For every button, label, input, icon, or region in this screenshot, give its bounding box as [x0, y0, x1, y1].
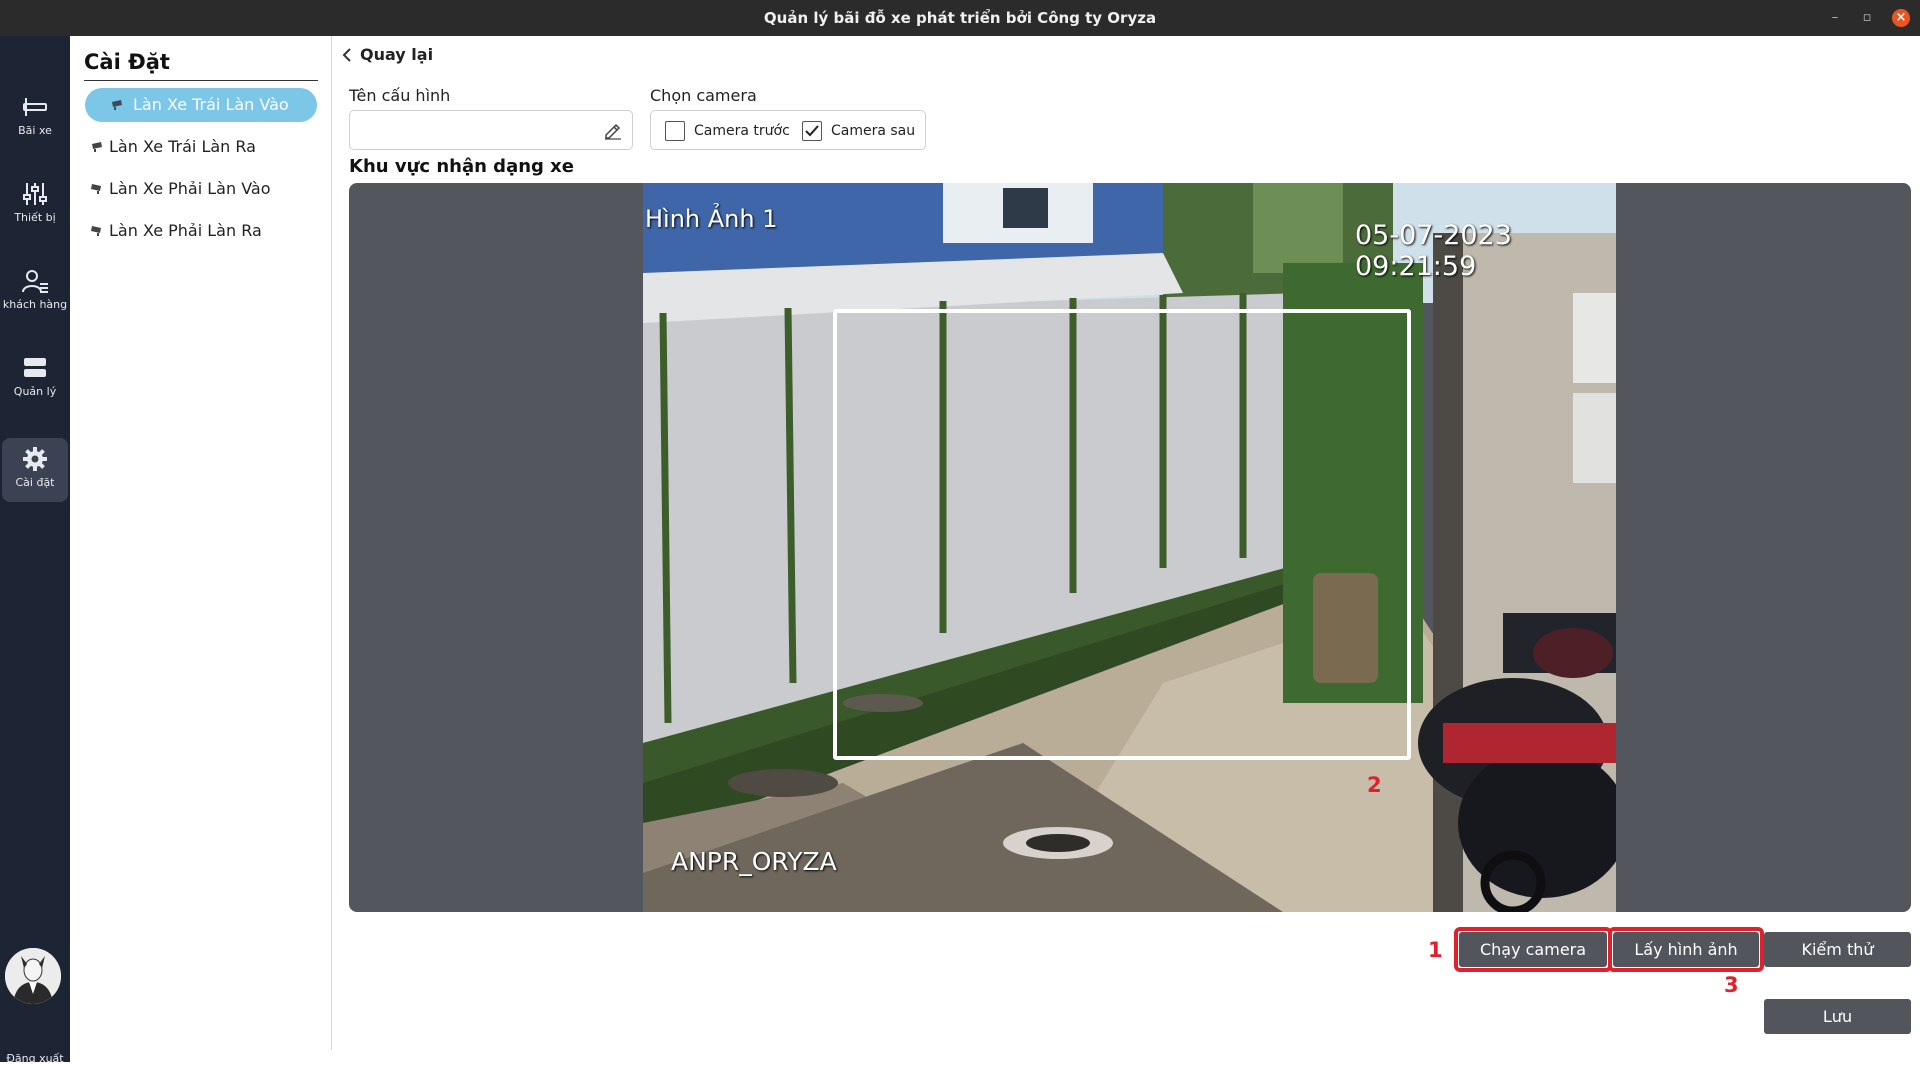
nav-label: Cài đặt — [15, 476, 55, 489]
nav-item-parking[interactable]: Bãi xe — [2, 86, 68, 150]
rear-camera-checkbox[interactable] — [802, 121, 822, 141]
main-navigation: Bãi xe Thiết bị khách hàng Quản lý Cài đ… — [0, 36, 70, 1065]
cctv-camera-icon — [91, 130, 105, 166]
lane-item-left-out[interactable]: Làn Xe Trái Làn Ra — [85, 130, 317, 164]
sliders-icon — [23, 183, 47, 205]
checkmark-icon — [805, 125, 819, 137]
back-label: Quay lại — [360, 45, 434, 64]
user-list-icon — [22, 270, 48, 293]
lane-label: Làn Xe Trái Làn Vào — [133, 95, 289, 114]
lane-label: Làn Xe Phải Làn Vào — [109, 179, 271, 198]
user-avatar-icon — [5, 948, 61, 1004]
nav-item-customers[interactable]: khách hàng — [2, 260, 68, 324]
window-titlebar: Quản lý bãi đỗ xe phát triển bởi Công ty… — [0, 0, 1920, 36]
annotation-step-3: 3 — [1724, 973, 1739, 997]
detection-region[interactable] — [833, 309, 1411, 760]
config-name-field[interactable] — [349, 110, 633, 150]
annotation-step-1: 1 — [1428, 938, 1443, 962]
camera-frame[interactable]: Hình Ảnh 1 05-07-2023 09:21:59 ANPR_ORYZ… — [643, 183, 1616, 912]
camera-select-group: Camera trước Camera sau — [650, 110, 926, 150]
panel-title: Cài Đặt — [84, 50, 170, 74]
lane-item-right-in[interactable]: Làn Xe Phải Làn Vào — [85, 172, 317, 206]
annotation-step-2: 2 — [1367, 773, 1382, 797]
cctv-camera-icon — [111, 88, 125, 124]
database-icon — [24, 358, 46, 377]
back-button[interactable]: Quay lại — [342, 45, 433, 64]
nav-label: khách hàng — [2, 298, 68, 311]
chevron-left-icon — [342, 47, 351, 62]
front-camera-label: Camera trước — [694, 123, 790, 139]
nav-item-settings[interactable]: Cài đặt — [2, 438, 68, 502]
minimize-icon[interactable]: – — [1826, 9, 1844, 27]
nav-label: Thiết bị — [14, 211, 56, 224]
nav-label: Quản lý — [13, 385, 57, 398]
camera-overlay-watermark: ANPR_ORYZA — [671, 847, 837, 876]
recognition-area-title: Khu vực nhận dạng xe — [349, 156, 574, 177]
lane-item-right-out[interactable]: Làn Xe Phải Làn Ra — [85, 214, 317, 248]
nav-item-devices[interactable]: Thiết bị — [2, 173, 68, 237]
front-camera-checkbox[interactable] — [665, 121, 685, 141]
camera-viewer: Hình Ảnh 1 05-07-2023 09:21:59 ANPR_ORYZ… — [349, 183, 1911, 912]
logout-button[interactable]: Đăng xuất — [0, 1052, 70, 1065]
save-button[interactable]: Lưu — [1764, 999, 1911, 1034]
lane-label: Làn Xe Trái Làn Ra — [109, 137, 256, 156]
parking-icon — [23, 98, 47, 116]
main-content: Quay lại Tên cấu hình Chọn camera Camera… — [332, 36, 1920, 1062]
camera-select-label: Chọn camera — [650, 86, 757, 105]
nav-item-management[interactable]: Quản lý — [2, 347, 68, 411]
maximize-icon[interactable]: ▫ — [1858, 9, 1876, 27]
edit-pencil-icon[interactable] — [603, 120, 623, 140]
test-button[interactable]: Kiểm thử — [1764, 932, 1911, 967]
camera-overlay-label: Hình Ảnh 1 — [645, 205, 778, 233]
lane-item-left-in[interactable]: Làn Xe Trái Làn Vào — [85, 88, 317, 122]
settings-panel: Cài Đặt Làn Xe Trái Làn Vào Làn Xe Trái … — [70, 36, 332, 1050]
rear-camera-label: Camera sau — [831, 123, 916, 139]
config-name-label: Tên cấu hình — [349, 86, 451, 105]
gear-icon — [23, 447, 47, 471]
cctv-camera-icon — [91, 172, 105, 208]
avatar[interactable] — [5, 948, 61, 1004]
camera-overlay-timestamp: 05-07-2023 09:21:59 — [1355, 220, 1512, 282]
run-camera-button[interactable]: Chạy camera — [1459, 932, 1607, 967]
cctv-camera-icon — [91, 214, 105, 250]
capture-image-button[interactable]: Lấy hình ảnh — [1613, 932, 1759, 967]
window-title: Quản lý bãi đỗ xe phát triển bởi Công ty… — [763, 9, 1157, 27]
lane-label: Làn Xe Phải Làn Ra — [109, 221, 262, 240]
nav-label: Bãi xe — [18, 124, 52, 137]
panel-divider — [84, 80, 318, 81]
close-icon[interactable]: × — [1892, 9, 1910, 27]
